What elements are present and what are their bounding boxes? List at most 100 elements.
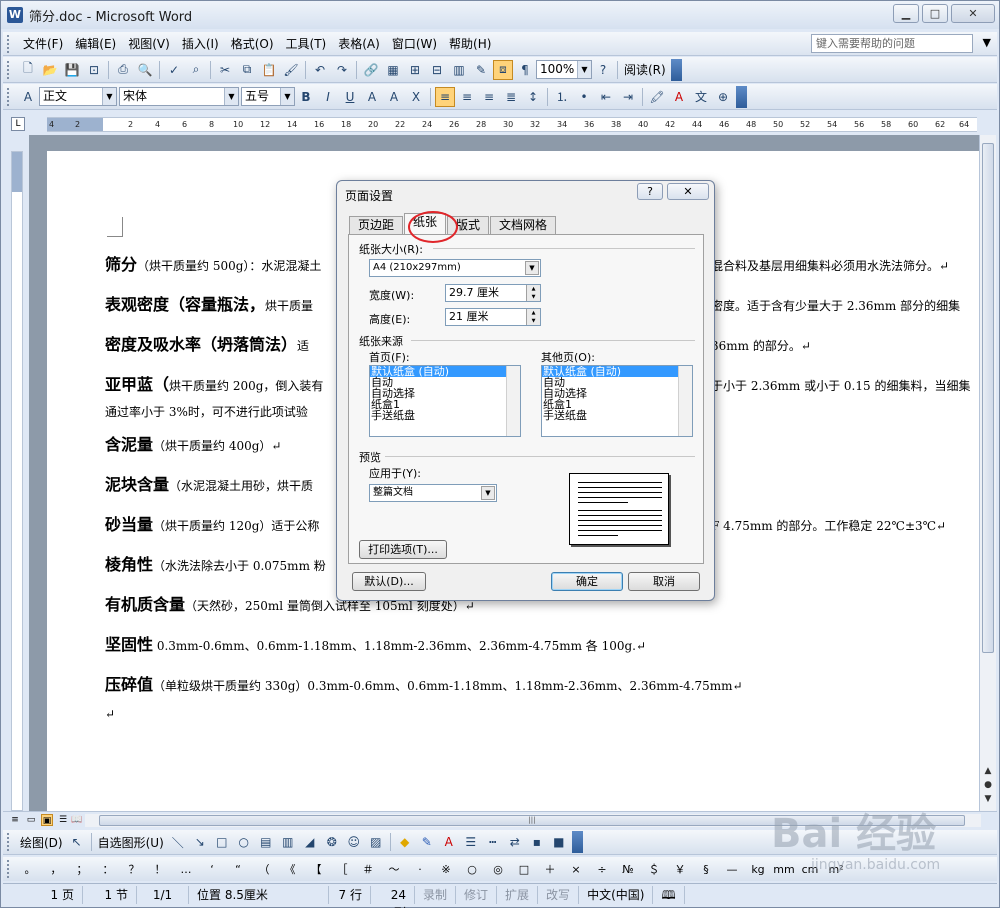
symbol-button[interactable]: ￥ [667, 861, 693, 877]
print-layout-icon[interactable]: ▣ [41, 814, 53, 826]
browse-object-icon[interactable]: ● [982, 779, 994, 791]
toolbar-grip[interactable] [7, 60, 11, 79]
menu-help[interactable]: 帮助(H) [443, 34, 497, 54]
symbol-button[interactable]: 《 [277, 861, 303, 877]
first-page-tray-list[interactable]: 默认纸盒 (自动) 自动 自动选择 纸盒1 手送纸盘 [369, 365, 521, 437]
web-view-icon[interactable]: ▭ [25, 814, 37, 826]
textbox-icon[interactable]: ▤ [256, 832, 276, 852]
symbol-button[interactable]: ？ [121, 861, 147, 877]
chevron-down-icon[interactable]: ▼ [481, 486, 495, 500]
menu-file[interactable]: 文件(F) [17, 34, 69, 54]
scrollbar-thumb[interactable]: ||| [99, 815, 965, 826]
symbol-button[interactable]: … [173, 863, 199, 876]
phonetic-guide-icon[interactable]: 文 [691, 87, 711, 107]
symbol-button[interactable]: ◎ [485, 863, 511, 876]
distributed-icon[interactable]: ≣ [501, 87, 521, 107]
draw-menu-button[interactable]: 绘图(D) [17, 834, 66, 851]
help-search-input[interactable]: 键入需要帮助的问题 [811, 34, 973, 53]
line-color-icon[interactable]: ✎ [417, 832, 437, 852]
symbol-button[interactable]: ！ [147, 861, 173, 877]
toolbar-grip[interactable] [7, 34, 11, 53]
chevron-down-icon[interactable]: ▼ [525, 261, 539, 275]
symbol-button[interactable]: 【 [303, 861, 329, 877]
wordart-icon[interactable]: ◢ [300, 832, 320, 852]
menu-window[interactable]: 窗口(W) [386, 34, 443, 54]
new-document-icon[interactable]: 🗋 [18, 60, 38, 80]
copy-icon[interactable]: ⧉ [237, 60, 257, 80]
paragraph-crushing-value[interactable]: 压碎值（单粒级烘干质量约 330g）0.3mm-0.6mm、0.6mm-1.18… [105, 671, 743, 695]
menu-view[interactable]: 视图(V) [122, 34, 176, 54]
symbol-button[interactable]: 。 [17, 861, 43, 877]
permission-icon[interactable]: ⊡ [84, 60, 104, 80]
vertical-ruler[interactable] [11, 151, 23, 811]
cancel-button[interactable]: 取消 [628, 572, 700, 591]
symbol-button[interactable]: ＃ [355, 861, 381, 877]
symbol-button[interactable]: ～ [381, 861, 407, 877]
help-dropdown-icon[interactable]: ▼ [983, 36, 991, 49]
apply-to-select[interactable]: 整篇文档 ▼ [369, 484, 497, 502]
arrow-style-icon[interactable]: ⇄ [505, 832, 525, 852]
paragraph-clay-content[interactable]: 含泥量（烘干质量约 400g）↵ [105, 431, 281, 455]
list-scrollbar[interactable] [506, 366, 520, 436]
symbol-button[interactable]: ÷ [589, 863, 615, 876]
next-page-icon[interactable]: ▼ [982, 793, 994, 805]
3d-style-icon[interactable]: ■ [549, 832, 569, 852]
picture-icon[interactable]: ▨ [366, 832, 386, 852]
undo-icon[interactable]: ↶ [310, 60, 330, 80]
line-spacing-icon[interactable]: ↕ [523, 87, 543, 107]
other-pages-tray-list[interactable]: 默认纸盒 (自动) 自动 自动选择 纸盒1 手送纸盘 [541, 365, 693, 437]
dash-style-icon[interactable]: ┅ [483, 832, 503, 852]
document-map-icon[interactable]: ⧈ [493, 59, 513, 80]
char-shading-icon[interactable]: A [384, 87, 404, 107]
symbol-button[interactable]: ＄ [641, 861, 667, 877]
tab-document-grid[interactable]: 文档网格 [490, 216, 557, 234]
ok-button[interactable]: 确定 [551, 572, 623, 591]
list-item[interactable]: 手送纸盘 [370, 410, 520, 421]
dialog-close-button[interactable]: ✕ [667, 183, 709, 200]
read-button[interactable]: 阅读(R) [621, 61, 669, 78]
oval-icon[interactable]: ○ [234, 832, 254, 852]
symbol-button[interactable]: № [615, 863, 641, 876]
zoom-select[interactable]: 100% ▼ [536, 60, 592, 79]
tab-margins[interactable]: 页边距 [349, 216, 404, 234]
print-options-button[interactable]: 打印选项(T)... [359, 540, 447, 559]
underline-icon[interactable]: U [340, 87, 360, 107]
chevron-down-icon[interactable]: ▼ [224, 88, 238, 105]
reading-view-icon[interactable]: 📖 [71, 814, 83, 826]
chevron-down-icon[interactable]: ▼ [280, 88, 294, 105]
char-scale-icon[interactable]: X [406, 87, 426, 107]
decrease-indent-icon[interactable]: ⇤ [596, 87, 616, 107]
hyperlink-icon[interactable]: 🔗 [361, 60, 381, 80]
minimize-button[interactable]: ▁ [893, 4, 919, 23]
line-style-icon[interactable]: ☰ [461, 832, 481, 852]
font-select[interactable]: 宋体 ▼ [119, 87, 239, 106]
status-overtype[interactable]: 改写 [538, 885, 580, 904]
symbol-button[interactable]: § [693, 863, 719, 876]
chevron-down-icon[interactable]: ▼ [102, 88, 116, 105]
chevron-down-icon[interactable]: ▼ [577, 61, 591, 78]
outline-view-icon[interactable]: ☰ [57, 814, 69, 826]
paragraph-methylene-blue[interactable]: 亚甲蓝（烘干质量约 200g，倒入装有 [105, 371, 323, 395]
toolbar-grip[interactable] [7, 87, 11, 106]
paragraph-soundness[interactable]: 坚固性 0.3mm-0.6mm、0.6mm-1.18mm、1.18mm-2.36… [105, 631, 646, 655]
spin-down-icon[interactable]: ▼ [526, 293, 540, 301]
redo-icon[interactable]: ↷ [332, 60, 352, 80]
clipart-icon[interactable]: ☺ [344, 832, 364, 852]
increase-indent-icon[interactable]: ⇥ [618, 87, 638, 107]
bullets-icon[interactable]: • [574, 87, 594, 107]
symbol-button[interactable]: ※ [433, 863, 459, 876]
paragraph-angularity[interactable]: 棱角性（水洗法除去小于 0.075mm 粉 [105, 551, 326, 575]
tab-selector[interactable]: L [11, 117, 25, 131]
menu-tools[interactable]: 工具(T) [280, 34, 333, 54]
paragraph-empty[interactable]: ↵ [105, 707, 115, 721]
fill-color-icon[interactable]: ◆ [395, 832, 415, 852]
research-icon[interactable]: ⌕ [186, 60, 206, 80]
horizontal-scrollbar[interactable]: ||| [85, 814, 981, 827]
open-folder-icon[interactable]: 📂 [40, 60, 60, 80]
save-icon[interactable]: 💾 [62, 60, 82, 80]
symbol-button[interactable]: · [407, 863, 433, 876]
symbol-button[interactable]: ‘ [199, 863, 225, 876]
symbol-button[interactable]: ＋ [537, 861, 563, 877]
previous-page-icon[interactable]: ▲ [982, 765, 994, 777]
horizontal-ruler[interactable]: 4 2 2 4 6 8 10 12 14 16 18 20 22 24 26 2… [47, 117, 977, 132]
